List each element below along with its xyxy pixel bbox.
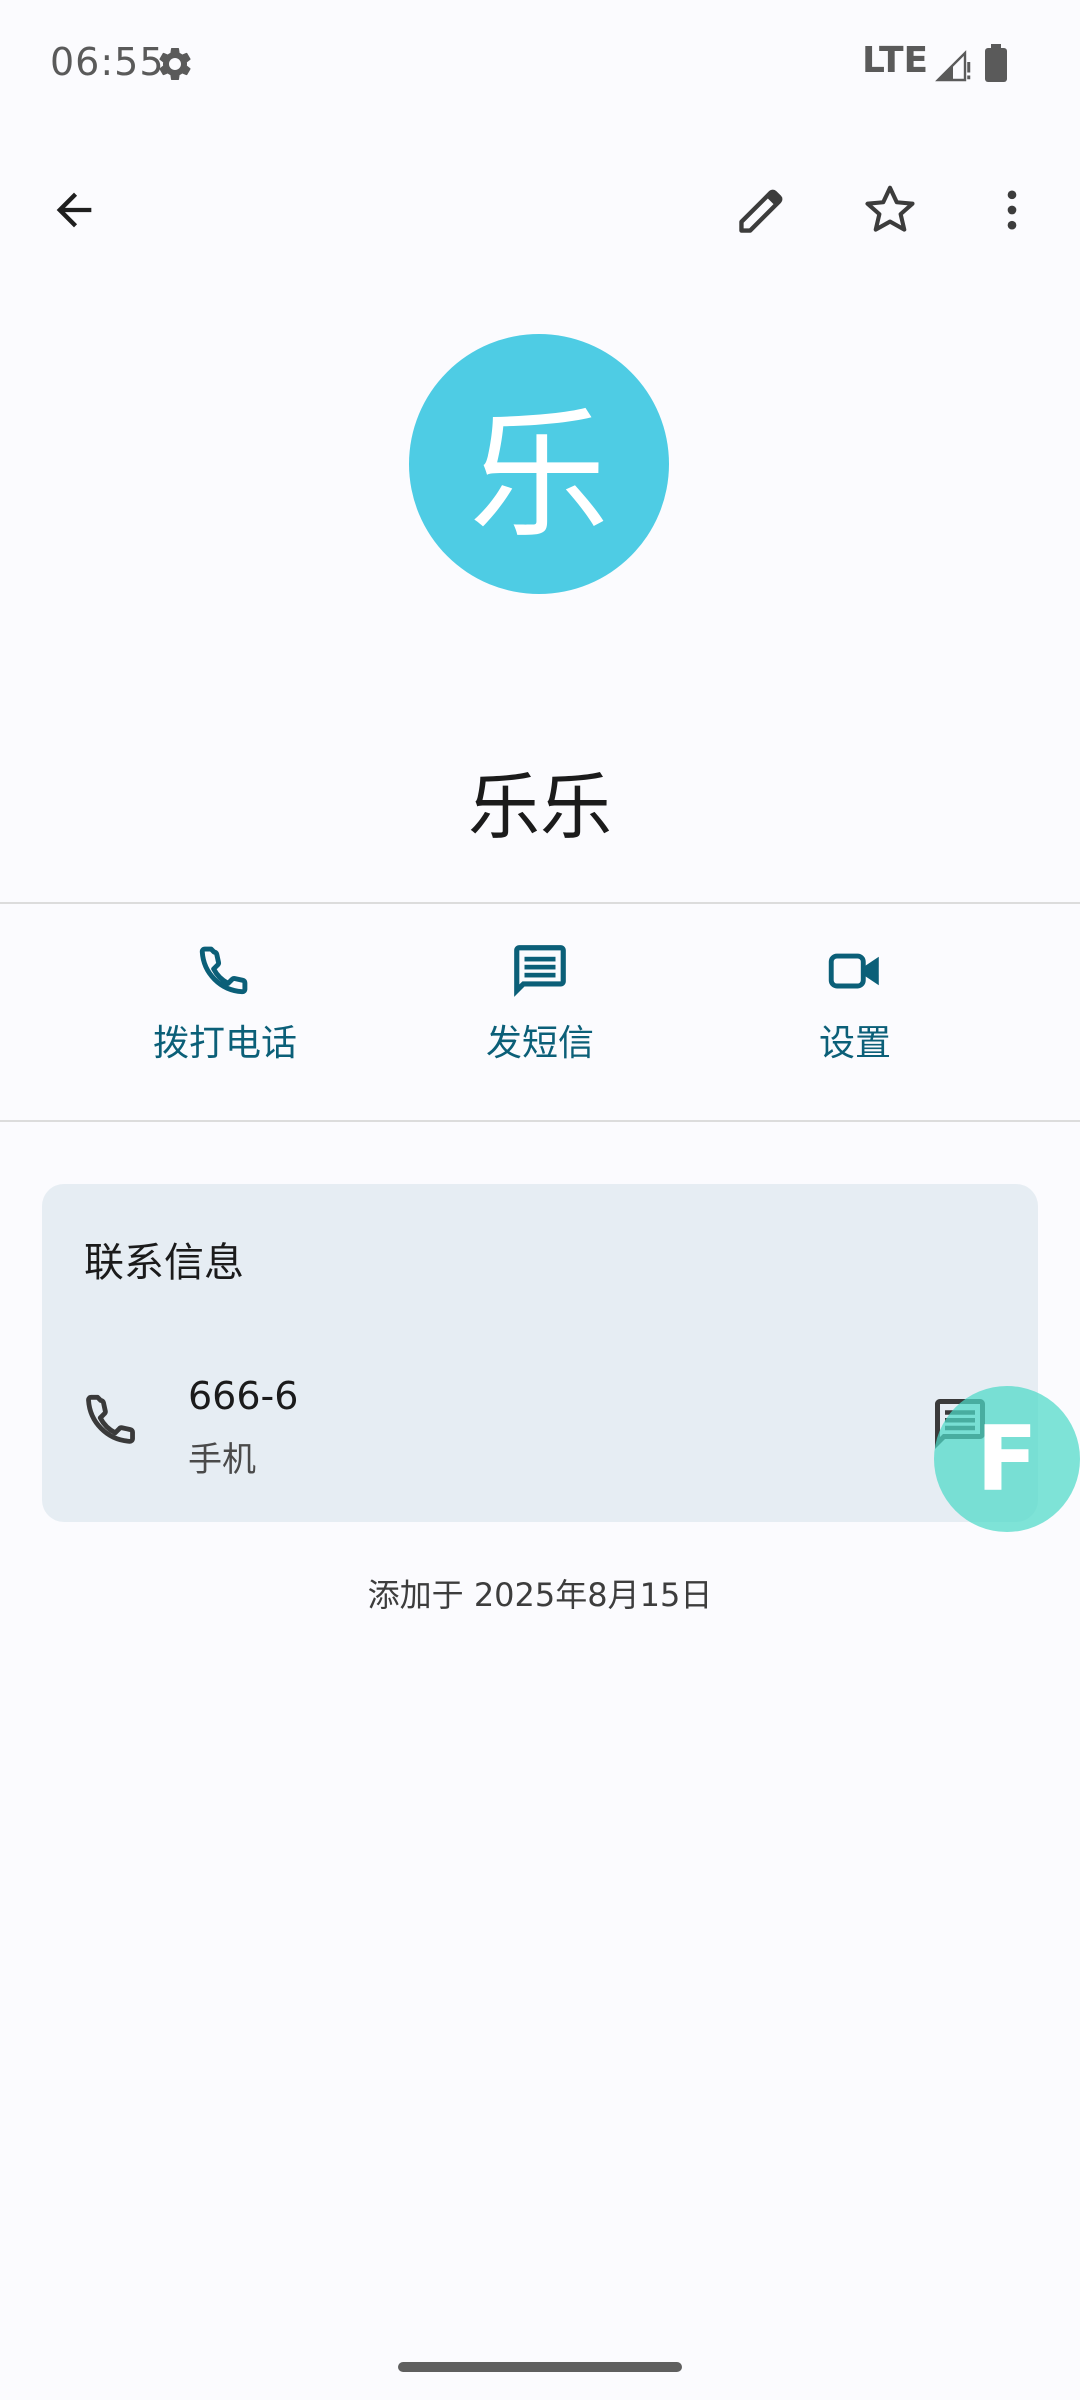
signal-icon	[935, 50, 971, 82]
fab-letter: F	[976, 1406, 1038, 1512]
battery-icon	[985, 44, 1007, 82]
more-vert-icon	[1007, 190, 1017, 230]
phone-type-label: 手机	[188, 1440, 256, 1480]
edit-button[interactable]	[712, 160, 812, 260]
contact-info-card: 联系信息 666-6 手机	[42, 1184, 1038, 1522]
back-button[interactable]	[24, 160, 124, 260]
home-indicator[interactable]	[398, 2362, 682, 2372]
phone-icon	[199, 946, 248, 995]
star-outline-icon	[865, 185, 915, 232]
added-date: 添加于 2025年8月15日	[367, 1576, 713, 1614]
status-time: 06:55	[50, 40, 165, 84]
favorite-button[interactable]	[840, 160, 940, 260]
contact-info-title: 联系信息	[84, 1240, 244, 1286]
edit-pencil-icon	[739, 189, 783, 233]
call-action-label: 拨打电话	[152, 1023, 297, 1064]
contact-avatar[interactable]: 乐	[409, 334, 669, 594]
floating-assistant-button[interactable]: F	[934, 1386, 1080, 1532]
sms-action-label: 发短信	[485, 1023, 594, 1064]
divider	[0, 1120, 1080, 1122]
avatar-letter: 乐	[468, 395, 609, 558]
back-arrow-icon	[56, 192, 92, 228]
contact-name: 乐乐	[467, 765, 612, 849]
phone-number[interactable]: 666-6	[188, 1374, 298, 1418]
divider	[0, 902, 1080, 904]
message-icon	[514, 945, 566, 997]
video-action-button[interactable]: 设置	[725, 940, 985, 1090]
videocam-icon	[828, 953, 879, 989]
more-options-button[interactable]	[962, 160, 1062, 260]
settings-gear-icon	[159, 47, 191, 80]
network-type: LTE	[862, 40, 929, 81]
phone-icon[interactable]	[80, 1388, 144, 1452]
status-bar: 06:55 LTE	[0, 0, 1080, 130]
video-action-label: 设置	[818, 1023, 891, 1064]
sms-action-button[interactable]: 发短信	[410, 940, 670, 1090]
call-action-button[interactable]: 拨打电话	[95, 940, 355, 1090]
